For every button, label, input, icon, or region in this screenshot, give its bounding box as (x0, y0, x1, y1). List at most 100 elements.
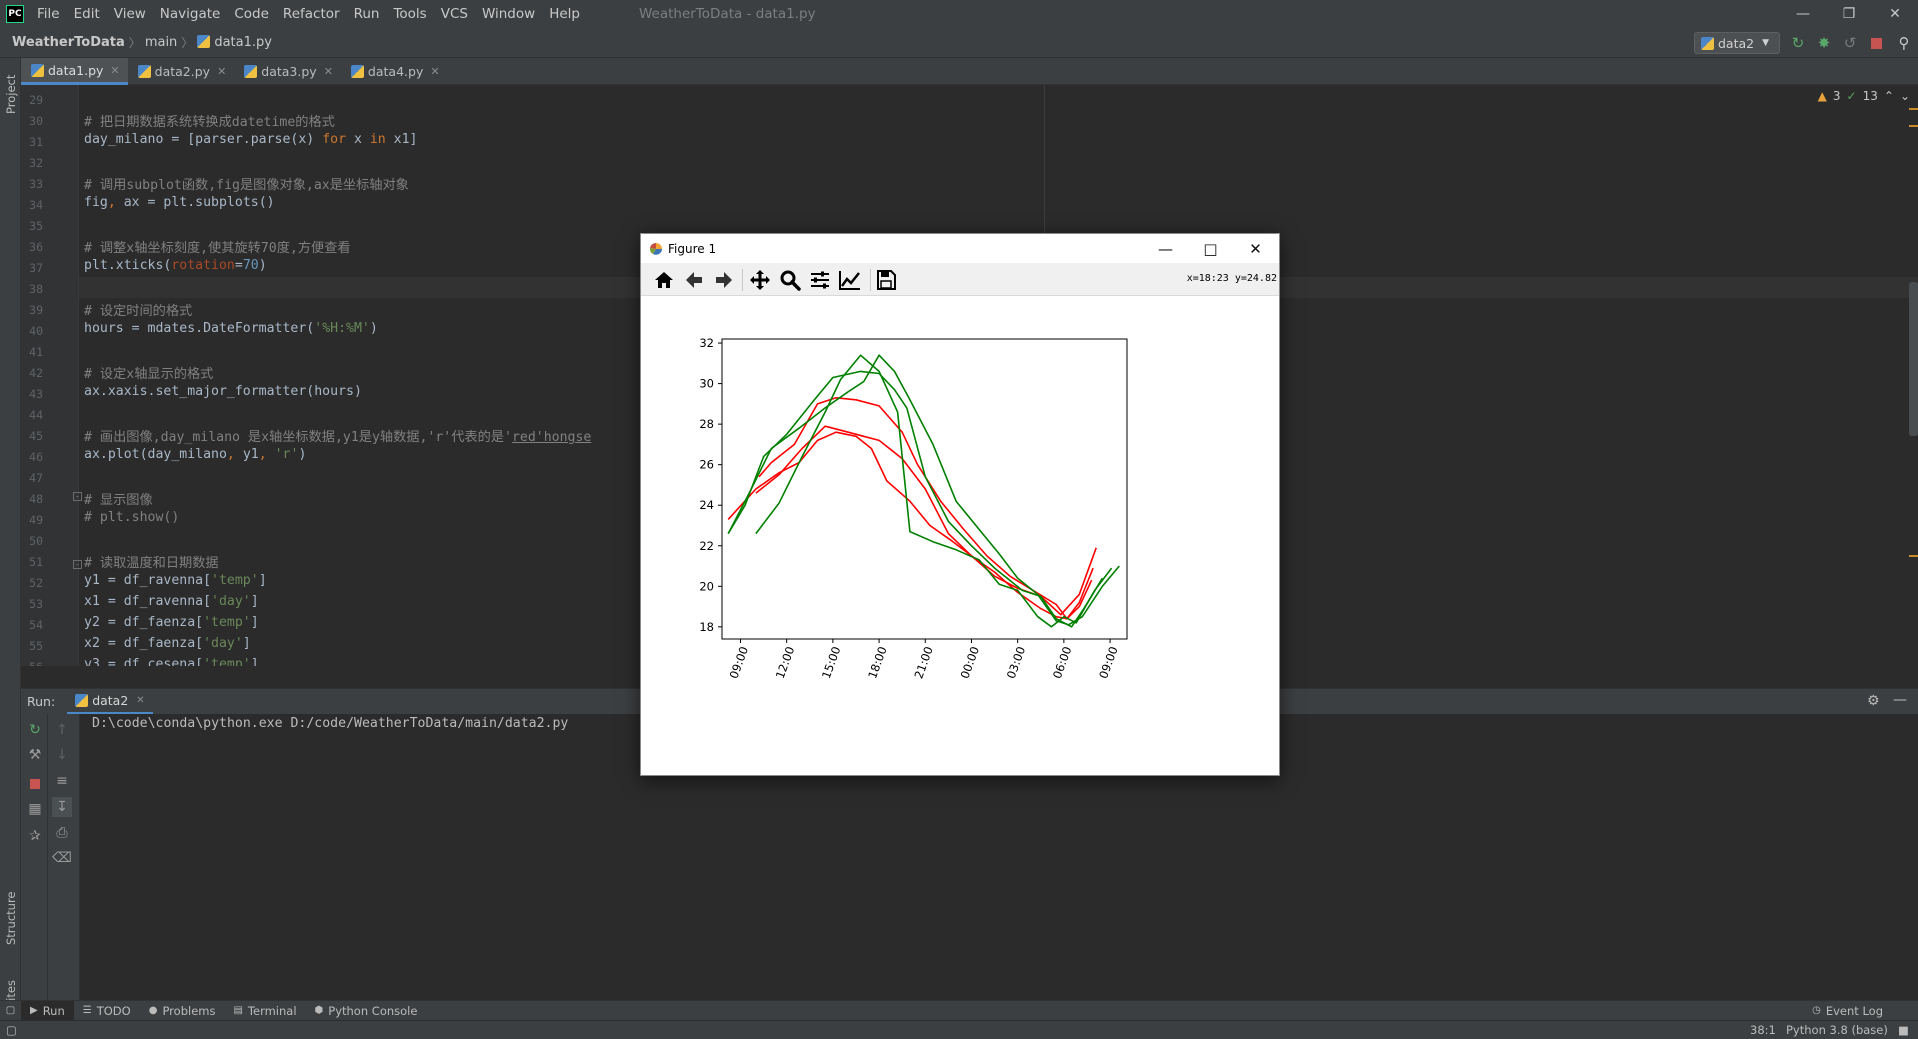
arrow-down-icon[interactable]: ↓ (52, 745, 72, 765)
inspection-widget[interactable]: ▲ 3 ✓ 13 ⌃ ⌄ (1818, 89, 1910, 103)
menu-item-refactor[interactable]: Refactor (276, 0, 347, 28)
rerun-icon[interactable]: ↻ (25, 720, 45, 740)
code-line[interactable]: # 设定时间的格式 (84, 300, 192, 321)
menu-item-code[interactable]: Code (227, 0, 276, 28)
code-line[interactable]: # 显示图像 (84, 489, 153, 510)
close-tab-icon[interactable]: ✕ (110, 64, 119, 77)
code-line[interactable]: # 调整x轴坐标刻度,使其旋转70度,方便查看 (84, 237, 351, 258)
code-line[interactable]: x1 = df_ravenna['day'] (84, 594, 259, 615)
code-line[interactable]: # 设定x轴显示的格式 (84, 363, 213, 384)
caret-position[interactable]: 38:1 (1750, 1023, 1776, 1037)
menu-item-window[interactable]: Window (475, 0, 542, 28)
editor-tab-data2-py[interactable]: data2.py ✕ (128, 58, 235, 85)
code-line[interactable]: ax.xaxis.set_major_formatter(hours) (84, 384, 362, 405)
rerun-icon[interactable]: ↻ (1788, 33, 1808, 53)
trash-icon[interactable]: ⌫ (52, 848, 72, 868)
home-icon[interactable] (651, 267, 677, 293)
editor-tab-data4-py[interactable]: data4.py ✕ (341, 58, 448, 85)
menu-item-run[interactable]: Run (347, 0, 387, 28)
pan-move-icon[interactable] (747, 267, 773, 293)
code-line[interactable]: plt.xticks(rotation=70) (84, 258, 267, 279)
code-line[interactable]: ax.plot(day_milano, y1, 'r') (84, 447, 306, 468)
stop-icon[interactable] (25, 774, 45, 794)
restore-icon[interactable]: ❐ (1826, 0, 1872, 28)
minimize-icon[interactable]: — (1780, 0, 1826, 28)
warning-stripe[interactable] (1909, 108, 1918, 110)
layout-icon[interactable]: ▦ (25, 799, 45, 819)
code-line[interactable]: y3 = df_cesena['temp'] (84, 657, 259, 666)
menu-item-edit[interactable]: Edit (67, 0, 107, 28)
debug-icon[interactable]: ✸ (1814, 33, 1834, 53)
close-tab-icon[interactable]: ✕ (136, 695, 144, 706)
code-line[interactable]: # 把日期数据系统转换成datetime的格式 (84, 111, 335, 132)
figure-close-icon[interactable]: ✕ (1233, 234, 1278, 263)
settings-gear-icon[interactable]: ⚙ (1867, 693, 1880, 709)
figure-minimize-icon[interactable]: — (1143, 234, 1188, 263)
search-everywhere-icon[interactable]: ⚲ (1894, 33, 1914, 53)
forward-arrow-icon[interactable] (711, 267, 737, 293)
close-tab-icon[interactable]: ✕ (217, 65, 226, 78)
project-tool-tab[interactable]: Project (1, 64, 21, 124)
figure-maximize-icon[interactable]: □ (1188, 234, 1233, 263)
scroll-to-end-icon[interactable]: ↧ (52, 797, 72, 817)
bottom-tool-problems[interactable]: ● Problems (140, 1001, 225, 1021)
figure-window[interactable]: Figure 1 — □ ✕ x=18:23 y=24.82 18 20 22 … (640, 233, 1280, 776)
structure-tool-tab[interactable]: Structure (1, 878, 21, 958)
temperature-line-plot[interactable]: 182022242628303209:00 12:00 15:00 18:00 21:0… (641, 296, 1279, 775)
breadcrumb-file[interactable]: data1.py (193, 35, 276, 50)
warning-stripe[interactable] (1909, 125, 1918, 127)
bottom-tool-todo[interactable]: ☰ TODO (74, 1001, 140, 1021)
code-line[interactable]: # 读取温度和日期数据 (84, 552, 219, 573)
menu-item-navigate[interactable]: Navigate (153, 0, 228, 28)
menu-item-vcs[interactable]: VCS (434, 0, 475, 28)
code-line[interactable]: y2 = df_faenza['temp'] (84, 615, 259, 636)
previous-highlight-icon[interactable]: ⌃ (1884, 89, 1894, 103)
hide-panel-icon[interactable]: — (1893, 692, 1907, 708)
breadcrumb-project[interactable]: WeatherToData (0, 35, 129, 50)
close-tab-icon[interactable]: ✕ (430, 65, 439, 78)
code-line[interactable]: y1 = df_ravenna['temp'] (84, 573, 267, 594)
pin-icon[interactable]: ✰ (25, 826, 45, 846)
python-interpreter[interactable]: Python 3.8 (base) (1786, 1023, 1888, 1037)
code-line[interactable]: # 画出图像,day_milano 是x轴坐标数据,y1是y轴数据,'r'代表的… (84, 426, 591, 447)
code-line[interactable]: # plt.show() (84, 510, 179, 531)
menu-item-help[interactable]: Help (542, 0, 587, 28)
menu-item-tools[interactable]: Tools (386, 0, 433, 28)
editor-tab-data3-py[interactable]: data3.py ✕ (234, 58, 341, 85)
menu-item-file[interactable]: File (30, 0, 67, 28)
menu-item-view[interactable]: View (107, 0, 153, 28)
bottom-tool-python-console[interactable]: ⬢ Python Console (306, 1001, 427, 1021)
code-line[interactable]: # 调用subplot函数,fig是图像对象,ax是坐标轴对象 (84, 174, 409, 195)
figure-title-bar[interactable]: Figure 1 — □ ✕ (641, 234, 1279, 263)
fold-marker-icon[interactable]: - (73, 492, 82, 501)
print-icon[interactable]: ⎙ (52, 823, 72, 843)
editor-scrollbar-thumb[interactable] (1909, 282, 1918, 436)
configure-subplots-icon[interactable] (807, 267, 833, 293)
lock-icon[interactable]: ■ (1898, 1023, 1909, 1037)
zoom-magnifier-icon[interactable] (777, 267, 803, 293)
close-tab-icon[interactable]: ✕ (324, 65, 333, 78)
arrow-up-icon[interactable]: ↑ (52, 720, 72, 740)
save-floppy-icon[interactable] (873, 267, 899, 293)
code-line[interactable]: x2 = df_faenza['day'] (84, 636, 251, 657)
code-line[interactable]: fig, ax = plt.subplots() (84, 195, 275, 216)
warning-stripe[interactable] (1909, 555, 1918, 557)
editor-tab-data1-py[interactable]: data1.py ✕ (21, 58, 128, 85)
back-arrow-icon[interactable] (681, 267, 707, 293)
code-line[interactable]: day_milano = [parser.parse(x) for x in x… (84, 132, 418, 153)
fold-marker-icon[interactable]: - (73, 560, 82, 569)
bottom-tool-terminal[interactable]: ▤ Terminal (224, 1001, 305, 1021)
run-configuration-select[interactable]: data2 ▼ (1694, 32, 1780, 54)
code-line[interactable]: hours = mdates.DateFormatter('%H:%M') (84, 321, 378, 342)
tool-window-toggle-icon[interactable]: ▢ (0, 1001, 21, 1021)
status-toggle-icon[interactable]: ▢ (6, 1023, 17, 1037)
run-tab-data2[interactable]: data2 ✕ (67, 689, 153, 715)
soft-wrap-icon[interactable]: ≡ (52, 771, 72, 791)
close-window-icon[interactable]: ✕ (1872, 0, 1918, 28)
coverage-icon[interactable]: ↺ (1840, 33, 1860, 53)
bottom-tool-run[interactable]: ▶ Run (21, 1000, 74, 1021)
stop-icon[interactable] (1866, 33, 1886, 53)
next-highlight-icon[interactable]: ⌄ (1900, 89, 1910, 103)
edit-axis-icon[interactable] (837, 267, 863, 293)
wrench-icon[interactable]: ⚒ (25, 745, 45, 765)
